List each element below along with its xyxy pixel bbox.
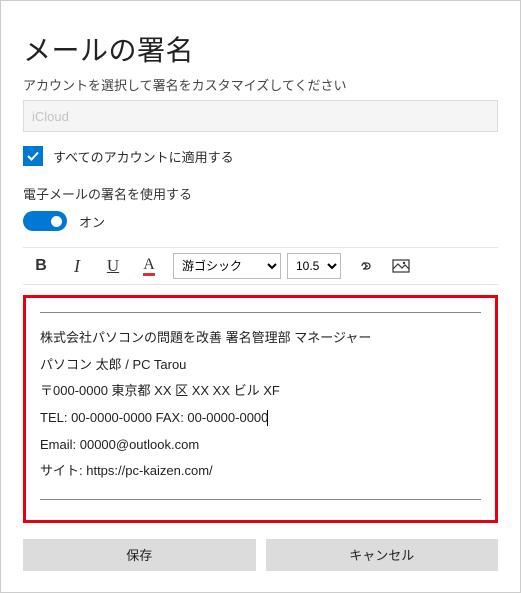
use-signature-row: オン xyxy=(23,211,498,231)
signature-divider-bottom xyxy=(40,499,481,500)
toggle-state-text: オン xyxy=(79,212,105,231)
font-family-select[interactable]: 游ゴシック xyxy=(173,253,281,279)
signature-line: 株式会社パソコンの問題を改善 署名管理部 マネージャー xyxy=(40,325,481,352)
apply-all-checkbox[interactable] xyxy=(23,146,43,166)
font-color-button[interactable]: A xyxy=(131,248,167,284)
font-size-select[interactable]: 10.5 xyxy=(287,253,341,279)
image-button[interactable] xyxy=(383,248,419,284)
signature-editor-highlight: 株式会社パソコンの問題を改善 署名管理部 マネージャーパソコン 太郎 / PC … xyxy=(23,295,498,523)
account-select[interactable]: iCloud xyxy=(23,100,498,132)
use-signature-toggle[interactable] xyxy=(23,211,67,231)
bold-button[interactable]: B xyxy=(23,248,59,284)
check-icon xyxy=(26,149,40,163)
page-title: メールの署名 xyxy=(23,29,498,69)
image-icon xyxy=(392,259,410,273)
font-color-letter: A xyxy=(143,257,155,276)
italic-button[interactable]: I xyxy=(59,248,95,284)
apply-all-row[interactable]: すべてのアカウントに適用する xyxy=(23,146,498,166)
cancel-button[interactable]: キャンセル xyxy=(266,539,499,571)
signature-line: 〒000-0000 東京都 XX 区 XX XX ビル XF xyxy=(40,378,481,405)
use-signature-label: 電子メールの署名を使用する xyxy=(23,184,498,203)
link-icon xyxy=(356,259,374,273)
link-button[interactable] xyxy=(347,248,383,284)
apply-all-label: すべてのアカウントに適用する xyxy=(53,147,234,166)
signature-line: サイト: https://pc-kaizen.com/ xyxy=(40,458,481,485)
format-toolbar: B I U A 游ゴシック 10.5 xyxy=(23,247,498,285)
signature-settings-panel: メールの署名 アカウントを選択して署名をカスタマイズしてください iCloud … xyxy=(1,1,520,592)
signature-divider-top xyxy=(40,312,481,313)
signature-line: パソコン 太郎 / PC Tarou xyxy=(40,352,481,379)
signature-editor[interactable]: 株式会社パソコンの問題を改善 署名管理部 マネージャーパソコン 太郎 / PC … xyxy=(40,325,481,485)
footer-buttons: 保存 キャンセル xyxy=(23,539,498,571)
page-subtitle: アカウントを選択して署名をカスタマイズしてください xyxy=(23,75,498,94)
signature-line: TEL: 00-0000-0000 FAX: 00-0000-0000 xyxy=(40,405,481,432)
underline-button[interactable]: U xyxy=(95,248,131,284)
save-button[interactable]: 保存 xyxy=(23,539,256,571)
text-caret xyxy=(267,410,268,426)
signature-line: Email: 00000@outlook.com xyxy=(40,432,481,459)
